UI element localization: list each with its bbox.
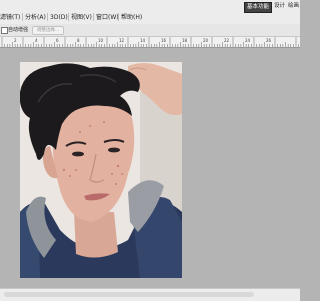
ruler-label: 6	[56, 38, 59, 43]
scrollbar-thumb[interactable]	[4, 292, 254, 297]
ruler-label: 14	[140, 38, 146, 43]
ruler-label: 16	[161, 38, 167, 43]
menu-filter[interactable]: 滤镜(T)	[0, 13, 20, 22]
auto-enhance-label: 自动增强	[8, 27, 29, 33]
menu-separator	[22, 13, 23, 21]
menu-view[interactable]: 视图(V)	[71, 13, 92, 22]
menu-bar: 滤镜(T) 分析(A) 3D(D) 视图(V) 窗口(W) 帮助(H) 基本功能…	[0, 0, 300, 25]
ruler-label: 8	[77, 38, 80, 43]
menu-analysis[interactable]: 分析(A)	[25, 13, 46, 22]
ruler-ticks	[1, 37, 299, 47]
menu-help[interactable]: 帮助(H)	[121, 13, 142, 22]
auto-enhance-checkbox[interactable]	[1, 27, 8, 34]
workspace-design-button[interactable]: 设计	[274, 2, 285, 11]
menu-separator	[118, 13, 119, 21]
workspace-essentials-button[interactable]: 基本功能	[244, 2, 272, 13]
options-bar: 自动增强 调整边缘...	[0, 24, 300, 37]
ruler-label: 12	[119, 38, 125, 43]
ruler-label: 4	[35, 38, 38, 43]
ruler-label: 10	[98, 38, 104, 43]
ruler-label: 20	[203, 38, 209, 43]
horizontal-scrollbar[interactable]	[0, 288, 300, 301]
ruler-label: 22	[224, 38, 230, 43]
portrait-image	[20, 62, 182, 278]
menu-separator	[93, 13, 94, 21]
ruler-label: 26	[266, 38, 272, 43]
ruler-label: 2	[14, 38, 17, 43]
document-photo[interactable]	[20, 62, 182, 278]
menu-3d[interactable]: 3D(D)	[50, 13, 68, 22]
menu-separator	[47, 13, 48, 21]
ruler-label: 24	[245, 38, 251, 43]
refine-edge-button[interactable]: 调整边缘...	[32, 26, 64, 35]
workspace-painting-button[interactable]: 绘画	[288, 2, 299, 11]
menu-separator	[68, 13, 69, 21]
menu-window[interactable]: 窗口(W)	[96, 13, 119, 22]
horizontal-ruler: 2 4 6 8 10 12 14 16 18 20 22 24 26	[0, 37, 300, 48]
ruler-label: 18	[182, 38, 188, 43]
